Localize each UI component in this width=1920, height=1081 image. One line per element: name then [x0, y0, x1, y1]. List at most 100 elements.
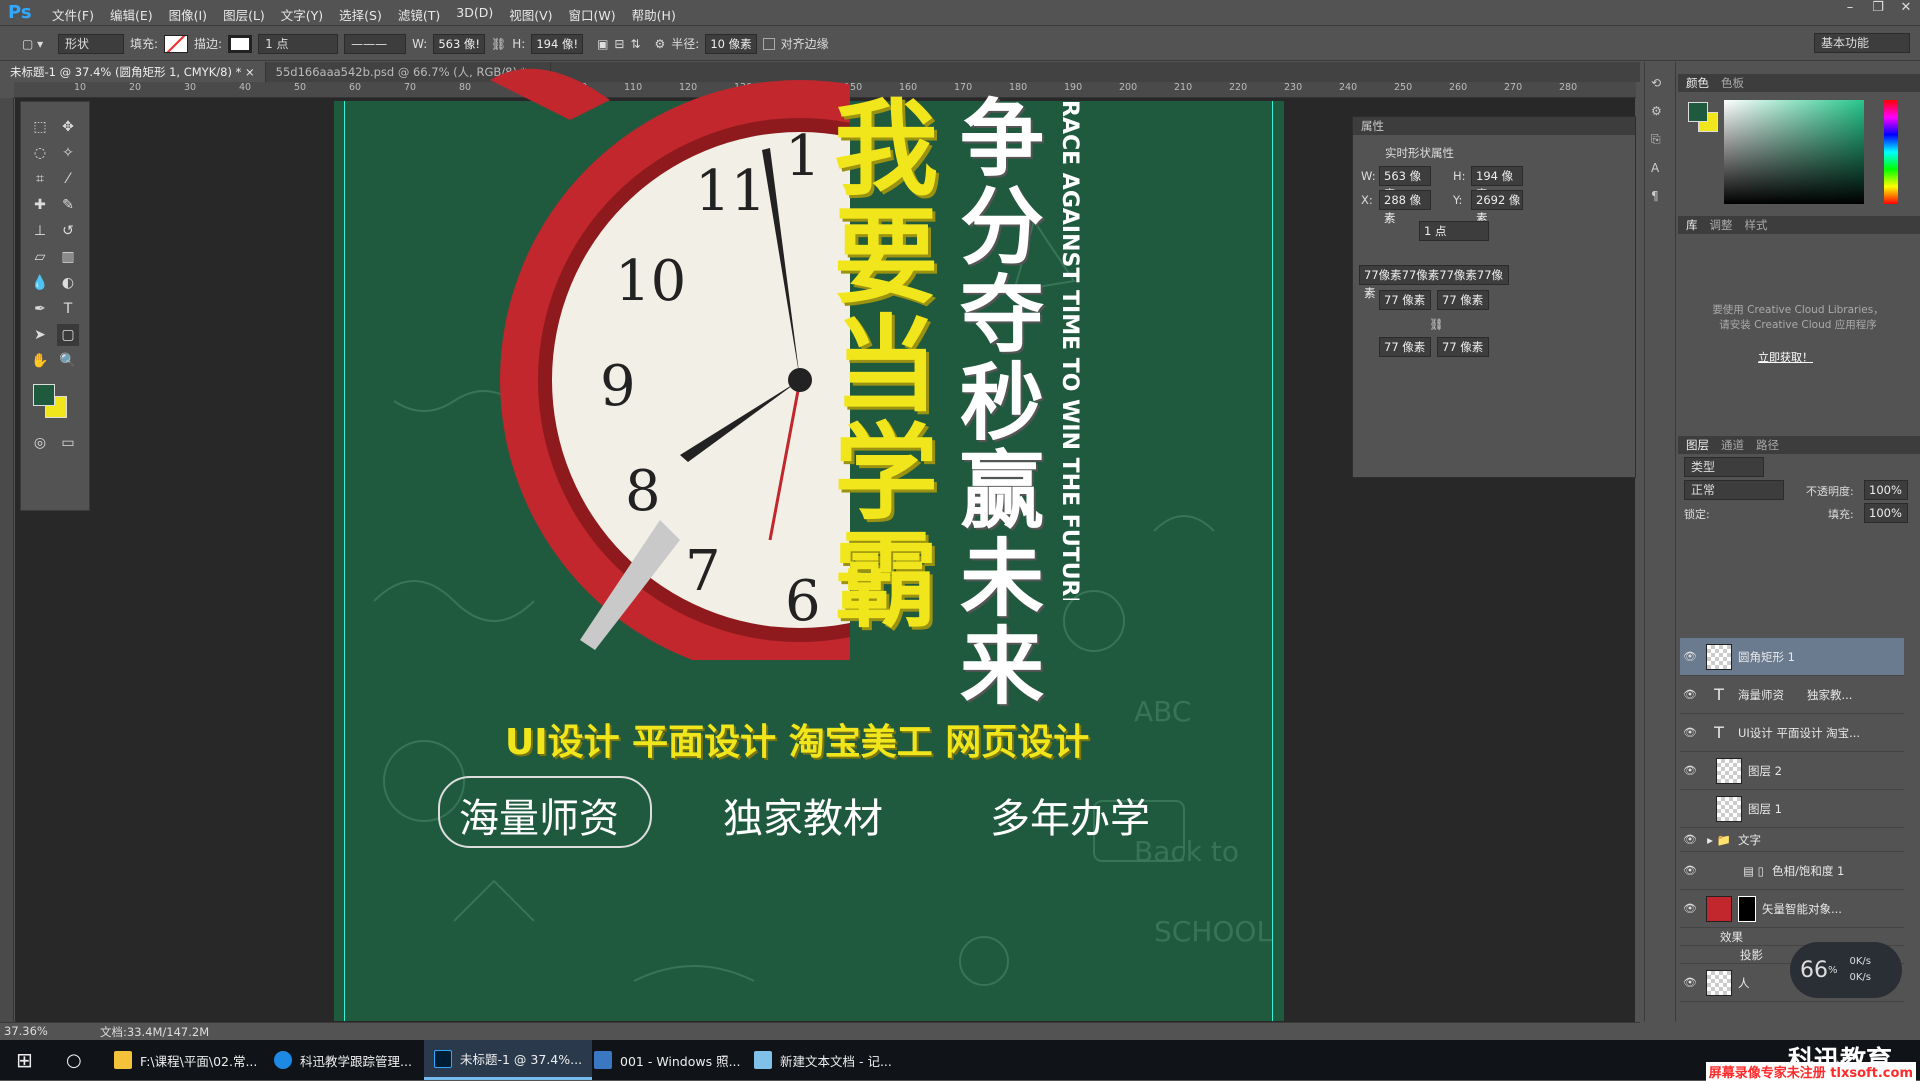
- prop-height[interactable]: 194 像素: [1471, 166, 1523, 201]
- quick-mask-icon[interactable]: ◎: [29, 432, 51, 454]
- path-align-icon[interactable]: ⊟: [614, 37, 624, 51]
- guide-left[interactable]: [344, 101, 345, 1021]
- tab-layers[interactable]: 图层: [1686, 436, 1709, 454]
- taskbar-explorer[interactable]: F:\课程\平面\02.常...: [104, 1040, 267, 1080]
- gear-icon[interactable]: ⚙: [655, 37, 666, 51]
- tool-preset-icon[interactable]: ▢ ▾: [22, 37, 52, 51]
- hand-icon[interactable]: ✋: [29, 350, 51, 372]
- cortana-icon[interactable]: ○: [56, 1040, 92, 1080]
- eye-icon[interactable]: 👁: [1680, 650, 1700, 663]
- layer-row[interactable]: 👁 ▤ ▯ 色相/饱和度 1: [1680, 852, 1904, 890]
- tab-untitled[interactable]: 未标题-1 @ 37.4% (圆角矩形 1, CMYK/8) * ×: [0, 62, 266, 82]
- tab-libraries[interactable]: 库: [1686, 216, 1698, 234]
- layer-row[interactable]: 👁 ▸ 📁 文字: [1680, 828, 1904, 852]
- blur-icon[interactable]: 💧: [29, 272, 51, 294]
- tab-adjustments[interactable]: 调整: [1710, 216, 1733, 234]
- close-icon[interactable]: ✕: [1892, 0, 1920, 20]
- menu-help[interactable]: 帮助(H): [624, 5, 684, 24]
- hue-slider[interactable]: [1884, 100, 1898, 204]
- prop-width[interactable]: 563 像素: [1379, 166, 1431, 201]
- menu-layer[interactable]: 图层(L): [215, 5, 273, 24]
- zoom-icon[interactable]: 🔍: [57, 350, 79, 372]
- clone-icon[interactable]: ⎘: [1651, 132, 1669, 147]
- tab-channels[interactable]: 通道: [1721, 436, 1744, 454]
- fg-color-chip[interactable]: [1688, 102, 1708, 122]
- gradient-icon[interactable]: ▥: [57, 246, 79, 268]
- prop-stroke-width[interactable]: 1 点: [1419, 221, 1489, 241]
- eye-icon[interactable]: 👁: [1680, 764, 1700, 777]
- restore-icon[interactable]: ❐: [1864, 0, 1892, 20]
- radius-input[interactable]: 10 像素: [705, 33, 757, 54]
- adjust-icon[interactable]: ⚙: [1651, 104, 1669, 118]
- properties-title[interactable]: 属性: [1353, 117, 1635, 135]
- path-ops-icon[interactable]: ▣: [597, 37, 608, 51]
- taskbar-browser[interactable]: 科迅教学跟踪管理...: [264, 1040, 422, 1080]
- cc-get-link[interactable]: 立即获取！: [1758, 349, 1813, 365]
- dodge-icon[interactable]: ◐: [57, 272, 79, 294]
- screen-mode-icon[interactable]: ▭: [57, 432, 79, 454]
- menu-image[interactable]: 图像(I): [161, 5, 215, 24]
- eye-icon[interactable]: 👁: [1680, 726, 1700, 739]
- move-icon[interactable]: ✥: [57, 116, 79, 138]
- menu-view[interactable]: 视图(V): [501, 5, 560, 24]
- stroke-width-dropdown[interactable]: 1 点: [258, 33, 339, 54]
- opacity-input[interactable]: 100%: [1864, 480, 1908, 500]
- color-picker-field[interactable]: [1724, 100, 1864, 204]
- prop-y[interactable]: 2692 像素: [1471, 190, 1523, 225]
- stroke-swatch[interactable]: [228, 34, 253, 53]
- menu-file[interactable]: 文件(F): [44, 5, 102, 24]
- eye-icon[interactable]: 👁: [1680, 864, 1700, 877]
- prop-corner-br[interactable]: 77 像素: [1437, 337, 1489, 357]
- link-icon[interactable]: ⛓: [1429, 317, 1444, 331]
- taskbar-notepad[interactable]: 新建文本文档 - 记...: [744, 1040, 902, 1080]
- eye-icon[interactable]: 👁: [1680, 688, 1700, 701]
- healing-icon[interactable]: ✚: [29, 194, 51, 216]
- guide-right[interactable]: [1272, 101, 1273, 1021]
- rounded-rect-tool-icon[interactable]: ▢: [57, 324, 79, 346]
- menu-window[interactable]: 窗口(W): [561, 5, 624, 24]
- blend-mode-dropdown[interactable]: 正常: [1684, 480, 1784, 500]
- tab-color[interactable]: 颜色: [1686, 74, 1709, 92]
- taskbar-photos[interactable]: 001 - Windows 照...: [584, 1040, 751, 1080]
- history-icon[interactable]: ⟲: [1651, 76, 1669, 90]
- paragraph-icon[interactable]: ¶: [1651, 189, 1669, 203]
- layer-row[interactable]: 👁 图层 2: [1680, 752, 1904, 790]
- prop-corner-radii[interactable]: 77像素77像素77像素77像素: [1359, 265, 1509, 300]
- path-select-icon[interactable]: ➤: [29, 324, 51, 346]
- menu-type[interactable]: 文字(Y): [273, 5, 331, 24]
- tab-styles[interactable]: 样式: [1745, 216, 1768, 234]
- height-input[interactable]: 194 像!: [531, 33, 584, 54]
- fill-swatch[interactable]: [164, 34, 189, 53]
- lasso-icon[interactable]: ◌: [29, 142, 51, 164]
- width-input[interactable]: 563 像!: [433, 33, 486, 54]
- type-icon[interactable]: T: [57, 298, 79, 320]
- menu-select[interactable]: 选择(S): [331, 5, 390, 24]
- path-arrange-icon[interactable]: ⇅: [630, 37, 640, 51]
- layer-row[interactable]: 👁 T UI设计 平面设计 淘宝...: [1680, 714, 1904, 752]
- layer-row[interactable]: 图层 1: [1680, 790, 1904, 828]
- eyedropper-icon[interactable]: ⁄: [57, 168, 79, 190]
- prop-corner-bl[interactable]: 77 像素: [1379, 337, 1431, 357]
- magic-wand-icon[interactable]: ✧: [57, 142, 79, 164]
- layer-row[interactable]: 👁 T 海量师资 独家教...: [1680, 676, 1904, 714]
- layer-row[interactable]: 👁 圆角矩形 1: [1680, 638, 1904, 676]
- tab-paths[interactable]: 路径: [1756, 436, 1779, 454]
- brush-icon[interactable]: ✎: [57, 194, 79, 216]
- marquee-icon[interactable]: ⬚: [29, 116, 51, 138]
- eye-icon[interactable]: 👁: [1680, 902, 1700, 915]
- history-brush-icon[interactable]: ↺: [57, 220, 79, 242]
- layer-row[interactable]: 👁 矢量智能对象...: [1680, 890, 1904, 928]
- minimize-icon[interactable]: –: [1836, 0, 1864, 20]
- stroke-type-dropdown[interactable]: ———: [344, 33, 407, 54]
- taskbar-photoshop[interactable]: 未标题-1 @ 37.4%...: [424, 1040, 593, 1080]
- crop-icon[interactable]: ⌗: [29, 168, 51, 190]
- windows-start-icon[interactable]: ⊞: [6, 1040, 43, 1080]
- pen-icon[interactable]: ✒: [29, 298, 51, 320]
- workspace-dropdown[interactable]: 基本功能: [1814, 33, 1910, 53]
- eye-icon[interactable]: 👁: [1680, 976, 1700, 989]
- menu-edit[interactable]: 编辑(E): [102, 5, 161, 24]
- shape-mode-dropdown[interactable]: 形状: [58, 33, 124, 54]
- layer-filter-dropdown[interactable]: 类型: [1684, 457, 1764, 477]
- eye-icon[interactable]: 👁: [1680, 833, 1700, 846]
- close-icon[interactable]: ×: [245, 65, 255, 79]
